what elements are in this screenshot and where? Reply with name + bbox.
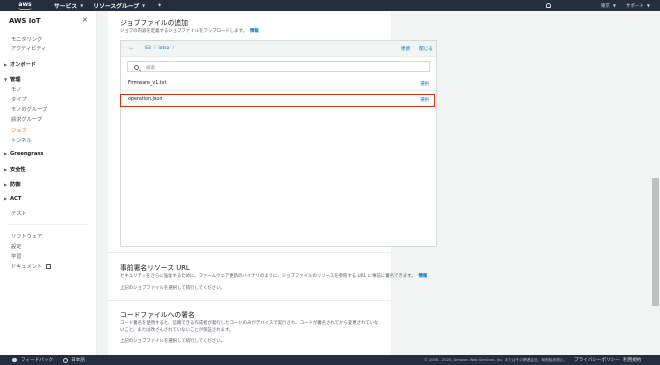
breadcrumb-s3[interactable]: S3 — [145, 46, 151, 51]
info-link[interactable]: 情報 — [419, 274, 428, 279]
support-label: サポート — [625, 3, 644, 9]
chat-bubble-icon — [12, 358, 17, 362]
caret-down-icon: ▼ — [612, 3, 616, 8]
section-divider — [108, 252, 391, 253]
search-icon — [134, 64, 139, 70]
file-name: Firmware_v1.txt — [128, 81, 167, 86]
sidebar-item-thing-groups[interactable]: モノのグループ — [11, 106, 47, 113]
file-row[interactable]: Firmware_v1.txt 選択 — [121, 77, 436, 91]
info-link[interactable]: 情報 — [250, 29, 259, 34]
search-placeholder: 検索 — [146, 65, 156, 71]
s3-file-browser: ← S3/iotsa / 更新 閉じる 検索 Firmware_v1.txt 選択… — [120, 40, 437, 247]
scrollbar-thumb[interactable] — [652, 178, 659, 306]
sidebar-section-label: ACT — [10, 196, 22, 202]
sidebar-section-label: オンボード — [10, 62, 36, 68]
select-link[interactable]: 選択 — [420, 81, 429, 87]
sidebar-item-billing-groups[interactable]: 請求グループ — [11, 116, 42, 123]
presign-note: 上記のジョブファイルを選択して続行してください。 — [120, 286, 225, 291]
search-input[interactable]: 検索 — [127, 61, 430, 72]
sidebar-section-label: 防御 — [10, 182, 21, 188]
presign-heading: 事前署名リソース URL — [120, 264, 190, 272]
sidebar-section-defend[interactable]: ▶ 防御 — [4, 181, 20, 188]
resource-groups-label: リソースグループ — [93, 4, 140, 10]
sidebar-section-label: 管理 — [10, 77, 21, 83]
close-button[interactable]: 閉じる — [419, 46, 433, 52]
sidebar: AWS IoT ✕ モニタリング アクティビティ ▶ オンボード ▼ 管理 モノ タ… — [0, 11, 97, 355]
sidebar-section-greengrass[interactable]: ▶ Greengrass — [4, 151, 44, 157]
bell-icon[interactable] — [545, 3, 551, 8]
language-label: 日本語 — [71, 358, 85, 363]
breadcrumb-bucket[interactable]: iotsa — [158, 46, 169, 51]
external-link-icon — [46, 263, 52, 269]
sidebar-item-monitoring[interactable]: モニタリング — [11, 36, 42, 43]
aws-smile-icon — [18, 7, 32, 10]
privacy-policy-link[interactable]: プライバシーポリシー — [574, 357, 620, 363]
aws-logo[interactable]: aws — [12, 0, 38, 11]
support-menu[interactable]: サポート ▼ — [626, 3, 650, 9]
code-signing-heading: コードファイルへの署名 — [120, 311, 195, 319]
sidebar-section-onboard[interactable]: ▶ オンボード — [4, 61, 36, 68]
sidebar-item-types[interactable]: タイプ — [11, 96, 27, 103]
resource-groups-menu[interactable]: リソースグループ ▼ — [93, 1, 145, 10]
feedback-label: フィードバック — [21, 358, 54, 363]
documentation-label: ドキュメント — [11, 264, 43, 270]
sidebar-divider — [9, 224, 87, 225]
sidebar-item-settings[interactable]: 設定 — [11, 243, 21, 250]
services-label: サービス — [54, 4, 78, 10]
breadcrumb-separator: / — [172, 46, 175, 51]
sidebar-item-software[interactable]: ソフトウェア — [11, 233, 42, 240]
account-label: 東京 — [600, 3, 610, 9]
nav-menu: サービス ▼ リソースグループ ▼ ✦ — [54, 1, 162, 10]
sidebar-item-test[interactable]: テスト — [11, 210, 27, 217]
presign-description: セキュリティをさらに強化するために、ファームウェア更新のバイナリのように、ジョブ… — [120, 273, 427, 279]
services-menu[interactable]: サービス ▼ — [54, 1, 83, 10]
presign-desc-text: セキュリティをさらに強化するために、ファームウェア更新のバイナリのように、ジョブ… — [120, 274, 416, 279]
add-job-file-heading: ジョブファイルの追加 — [120, 19, 188, 27]
caret-down-icon: ▼ — [646, 3, 650, 8]
breadcrumb: S3/iotsa / — [145, 46, 177, 51]
sidebar-item-tunnels[interactable]: トンネル — [11, 137, 32, 144]
close-icon[interactable]: ✕ — [82, 16, 88, 24]
sidebar-section-manage[interactable]: ▼ 管理 — [4, 76, 20, 83]
footer: フィードバック 日本語 © 2008 - 2020, Amazon Web Se… — [0, 355, 660, 365]
breadcrumb-separator: / — [153, 46, 156, 51]
sidebar-section-security[interactable]: ▶ 安全性 — [4, 166, 26, 173]
sidebar-item-activity[interactable]: アクティビティ — [11, 45, 46, 52]
add-job-file-description: ジョブの内容を定義するジョブファイルをアップロードします。 情報 — [120, 28, 259, 34]
caret-down-icon: ▼ — [80, 3, 84, 8]
sidebar-section-label: 安全性 — [10, 167, 26, 173]
copyright-text: © 2008 - 2020, Amazon Web Services, Inc.… — [424, 357, 568, 362]
s3-toolbar: ← S3/iotsa / 更新 閉じる — [121, 41, 436, 57]
pin-icon[interactable]: ✦ — [157, 2, 162, 9]
code-signing-description: コード署名を使用すると、信頼できる作成者が発行したコードのみがデバイスで実行され… — [120, 321, 379, 333]
sidebar-item-documentation[interactable]: ドキュメント — [11, 263, 52, 270]
nav-right: 東京 ▼ サポート ▼ — [545, 0, 660, 11]
account-menu[interactable]: 東京 ▼ — [601, 3, 616, 9]
feedback-button[interactable]: フィードバック — [12, 357, 53, 363]
sidebar-title: AWS IoT — [9, 17, 41, 25]
selection-highlight — [120, 94, 435, 107]
add-job-file-desc-text: ジョブの内容を定義するジョブファイルをアップロードします。 — [120, 29, 247, 34]
caret-down-icon: ▼ — [142, 3, 146, 8]
top-navigation-bar: aws サービス ▼ リソースグループ ▼ ✦ 東京 ▼ サポート ▼ — [0, 0, 660, 11]
section-divider — [108, 300, 391, 301]
sidebar-item-jobs[interactable]: ジョブ — [11, 127, 27, 134]
code-signing-note: 上記のジョブファイルを選択して続行してください。 — [120, 339, 225, 344]
sidebar-item-things[interactable]: モノ — [11, 86, 21, 93]
globe-icon — [63, 357, 69, 363]
terms-link[interactable]: 利用規約 — [623, 357, 641, 363]
back-arrow-icon[interactable]: ← — [129, 45, 134, 52]
sidebar-section-act[interactable]: ▶ ACT — [4, 196, 21, 202]
sidebar-item-learn[interactable]: 学習 — [11, 253, 21, 260]
sidebar-section-label: Greengrass — [10, 151, 44, 157]
refresh-button[interactable]: 更新 — [401, 46, 410, 52]
language-selector[interactable]: 日本語 — [63, 357, 85, 363]
